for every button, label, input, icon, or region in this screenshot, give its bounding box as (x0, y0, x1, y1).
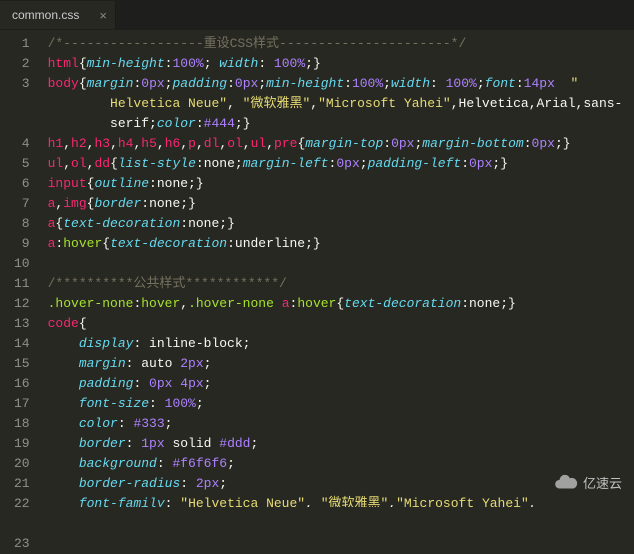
line-number: 2 (14, 54, 30, 74)
code-line: a{text-decoration:none;} (48, 214, 623, 234)
code-content[interactable]: /*------------------重设CSS样式-------------… (40, 30, 623, 507)
code-line: .hover-none:hover,.hover-none a:hover{te… (48, 294, 623, 314)
tab-filename: common.css (12, 8, 79, 22)
line-number: 7 (14, 194, 30, 214)
code-line: /**********公共样式************/ (48, 274, 623, 294)
line-number: 17 (14, 394, 30, 414)
code-line (48, 254, 623, 274)
line-number: 21 (14, 474, 30, 494)
line-number: 16 (14, 374, 30, 394)
line-number: 15 (14, 354, 30, 374)
cloud-icon (553, 469, 579, 495)
line-number: 3 (14, 74, 30, 94)
line-number: 22 (14, 494, 30, 514)
line-number: 18 (14, 414, 30, 434)
code-line: color: #333; (48, 414, 623, 434)
code-line: h1,h2,h3,h4,h5,h6,p,dl,ol,ul,pre{margin-… (48, 134, 623, 154)
code-line: html{min-height:100%; width: 100%;} (48, 54, 623, 74)
code-line-wrap: Helvetica Neue", "微软雅黑","Microsoft Yahei… (48, 94, 623, 114)
watermark: 亿速云 (553, 469, 622, 495)
line-number: 8 (14, 214, 30, 234)
code-line: ul,ol,dd{list-style:none;margin-left:0px… (48, 154, 623, 174)
line-number: 14 (14, 334, 30, 354)
code-line: a,img{border:none;} (48, 194, 623, 214)
tab-bar: common.css × (0, 0, 634, 30)
line-number: 20 (14, 454, 30, 474)
line-number: 19 (14, 434, 30, 454)
line-number: 11 (14, 274, 30, 294)
code-line: border: 1px solid #ddd; (48, 434, 623, 454)
line-number-gutter: 1234567891011121314151617181920212223 (0, 30, 40, 507)
line-number: 5 (14, 154, 30, 174)
line-number: 13 (14, 314, 30, 334)
code-line: margin: auto 2px; (48, 354, 623, 374)
code-line: border-radius: 2px; (48, 474, 623, 494)
line-number: 12 (14, 294, 30, 314)
code-line: font-size: 100%; (48, 394, 623, 414)
close-icon[interactable]: × (99, 9, 107, 22)
code-line: font-family: "Helvetica Neue", "微软雅黑","M… (48, 494, 623, 507)
line-number: 1 (14, 34, 30, 54)
code-line: input{outline:none;} (48, 174, 623, 194)
code-line: /*------------------重设CSS样式-------------… (48, 34, 623, 54)
code-line: body{margin:0px;padding:0px;min-height:1… (48, 74, 623, 94)
line-number: 9 (14, 234, 30, 254)
line-number: 23 (14, 534, 30, 554)
watermark-text: 亿速云 (583, 473, 622, 492)
line-number: 4 (14, 134, 30, 154)
code-line: display: inline-block; (48, 334, 623, 354)
line-number: 6 (14, 174, 30, 194)
code-line: background: #f6f6f6; (48, 454, 623, 474)
code-editor[interactable]: 1234567891011121314151617181920212223 /*… (0, 30, 634, 507)
code-line: padding: 0px 4px; (48, 374, 623, 394)
code-line: code{ (48, 314, 623, 334)
code-line-wrap: serif;color:#444;} (48, 114, 623, 134)
tab-common-css[interactable]: common.css × (0, 1, 116, 29)
line-number: 10 (14, 254, 30, 274)
code-line: a:hover{text-decoration:underline;} (48, 234, 623, 254)
